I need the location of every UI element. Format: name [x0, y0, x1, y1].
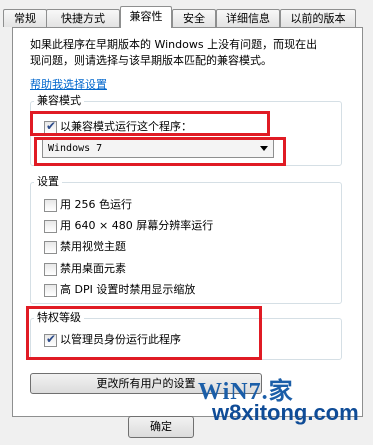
tab-general[interactable]: 常规 [3, 9, 47, 27]
tab-previous-versions[interactable]: 以前的版本 [280, 9, 356, 27]
tab-security[interactable]: 安全 [172, 9, 216, 27]
option-256-color-label[interactable]: 用 256 色运行 [60, 198, 132, 212]
option-640x480-label[interactable]: 用 640 × 480 屏幕分辨率运行 [60, 219, 213, 233]
tab-details[interactable]: 详细信息 [216, 9, 280, 27]
help-link[interactable]: 帮助我选择设置 [30, 76, 107, 92]
highlight-compat-checkbox [30, 111, 270, 136]
option-256-color-checkbox[interactable] [44, 199, 57, 212]
option-disable-desktop-checkbox[interactable] [44, 263, 57, 276]
highlight-os-select [34, 137, 286, 166]
intro-line-2: 现问题，则请选择与该早期版本匹配的兼容模式。 [30, 54, 272, 67]
option-disable-desktop-label[interactable]: 禁用桌面元素 [60, 262, 126, 276]
option-high-dpi-checkbox[interactable] [44, 284, 57, 297]
option-disable-themes-label[interactable]: 禁用视觉主题 [60, 240, 126, 254]
compat-mode-title: 兼容模式 [34, 94, 84, 108]
settings-title: 设置 [34, 175, 62, 189]
option-640x480-checkbox[interactable] [44, 220, 57, 233]
tab-compatibility[interactable]: 兼容性 [120, 6, 172, 28]
ok-button[interactable]: 确定 [128, 416, 194, 438]
intro-text: 如果此程序在早期版本的 Windows 上没有问题，而现在出 现问题，则请选择与… [30, 37, 360, 69]
option-high-dpi-label[interactable]: 高 DPI 设置时禁用显示缩放 [60, 283, 195, 297]
option-disable-themes-checkbox[interactable] [44, 241, 57, 254]
tab-bar: 常规 快捷方式 兼容性 安全 详细信息 以前的版本 [0, 0, 373, 28]
tab-shortcut[interactable]: 快捷方式 [46, 9, 120, 27]
watermark-url: w8xitong.com [212, 400, 359, 425]
intro-line-1: 如果此程序在早期版本的 Windows 上没有问题，而现在出 [30, 38, 318, 51]
highlight-privilege [26, 306, 262, 360]
